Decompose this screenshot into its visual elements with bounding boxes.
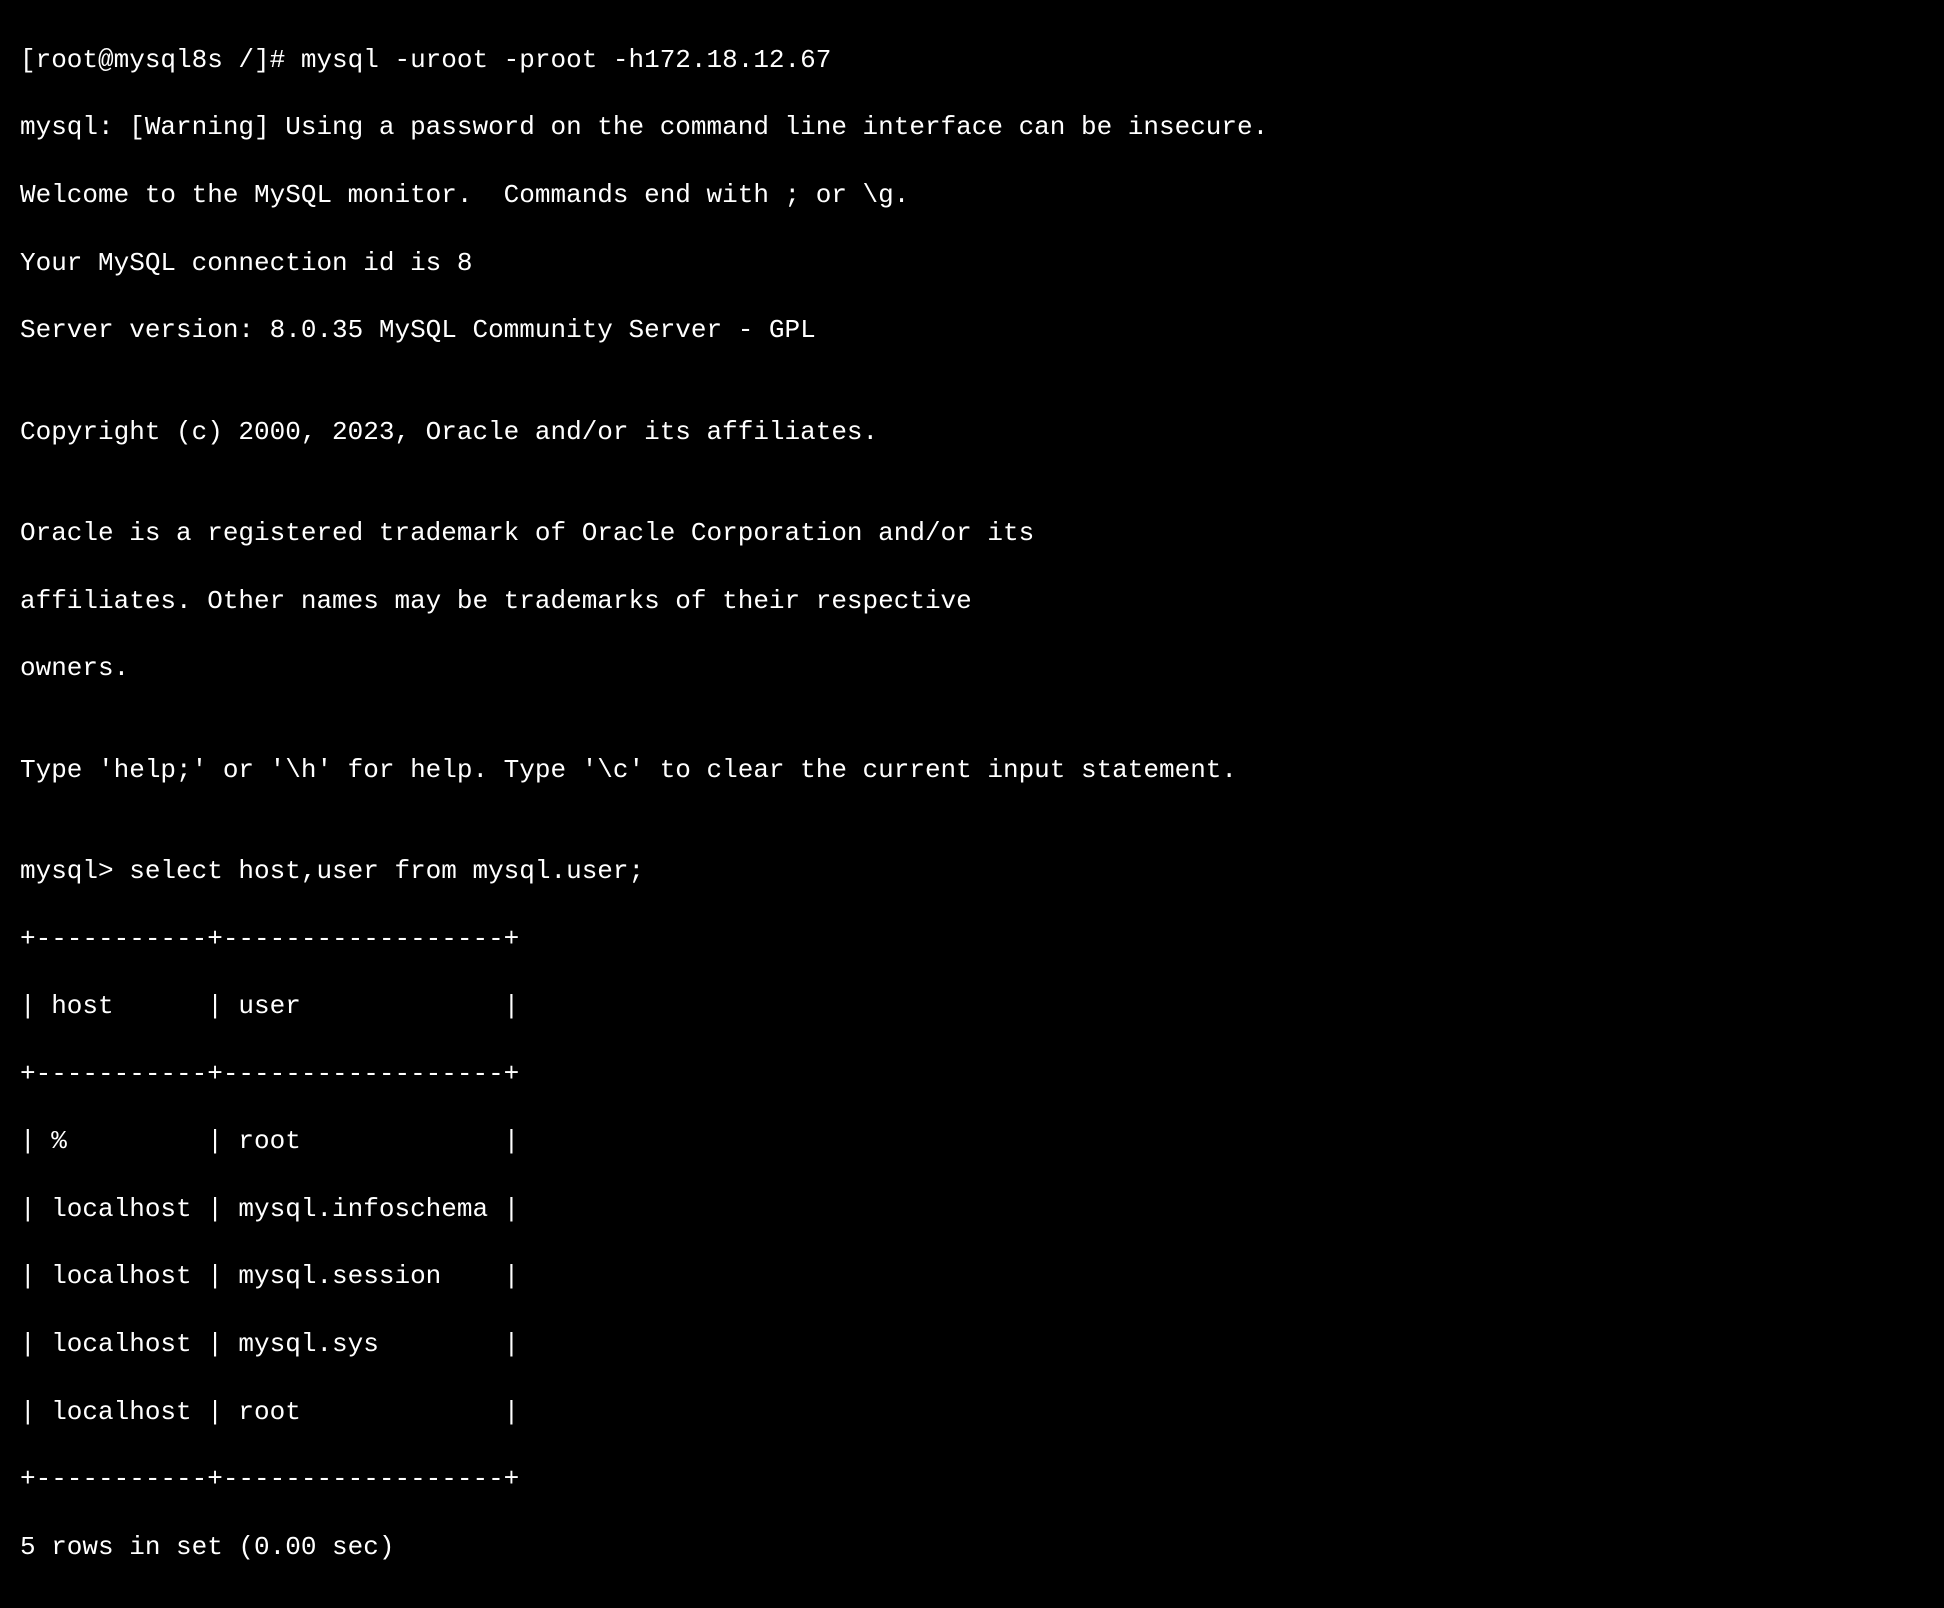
terminal-window[interactable]: [root@mysql8s /]# mysql -uroot -proot -h… <box>0 0 1944 1608</box>
table-border: +-----------+------------------+ <box>20 1058 1924 1092</box>
connection-id: Your MySQL connection id is 8 <box>20 247 1924 281</box>
table-border: +-----------+------------------+ <box>20 923 1924 957</box>
mysql-warning: mysql: [Warning] Using a password on the… <box>20 111 1924 145</box>
trademark-notice: owners. <box>20 652 1924 686</box>
help-hint: Type 'help;' or '\h' for help. Type '\c'… <box>20 754 1924 788</box>
table-row: | % | root | <box>20 1125 1924 1159</box>
table-row: | localhost | mysql.sys | <box>20 1328 1924 1362</box>
result-summary: 5 rows in set (0.00 sec) <box>20 1531 1924 1565</box>
welcome-message: Welcome to the MySQL monitor. Commands e… <box>20 179 1924 213</box>
shell-prompt-line: [root@mysql8s /]# mysql -uroot -proot -h… <box>20 44 1924 78</box>
table-row: | localhost | mysql.session | <box>20 1260 1924 1294</box>
server-version: Server version: 8.0.35 MySQL Community S… <box>20 314 1924 348</box>
mysql-query: mysql> select host,user from mysql.user; <box>20 855 1924 889</box>
table-border: +-----------+------------------+ <box>20 1463 1924 1497</box>
trademark-notice: Oracle is a registered trademark of Orac… <box>20 517 1924 551</box>
copyright-notice: Copyright (c) 2000, 2023, Oracle and/or … <box>20 416 1924 450</box>
trademark-notice: affiliates. Other names may be trademark… <box>20 585 1924 619</box>
table-row: | localhost | root | <box>20 1396 1924 1430</box>
table-header: | host | user | <box>20 990 1924 1024</box>
